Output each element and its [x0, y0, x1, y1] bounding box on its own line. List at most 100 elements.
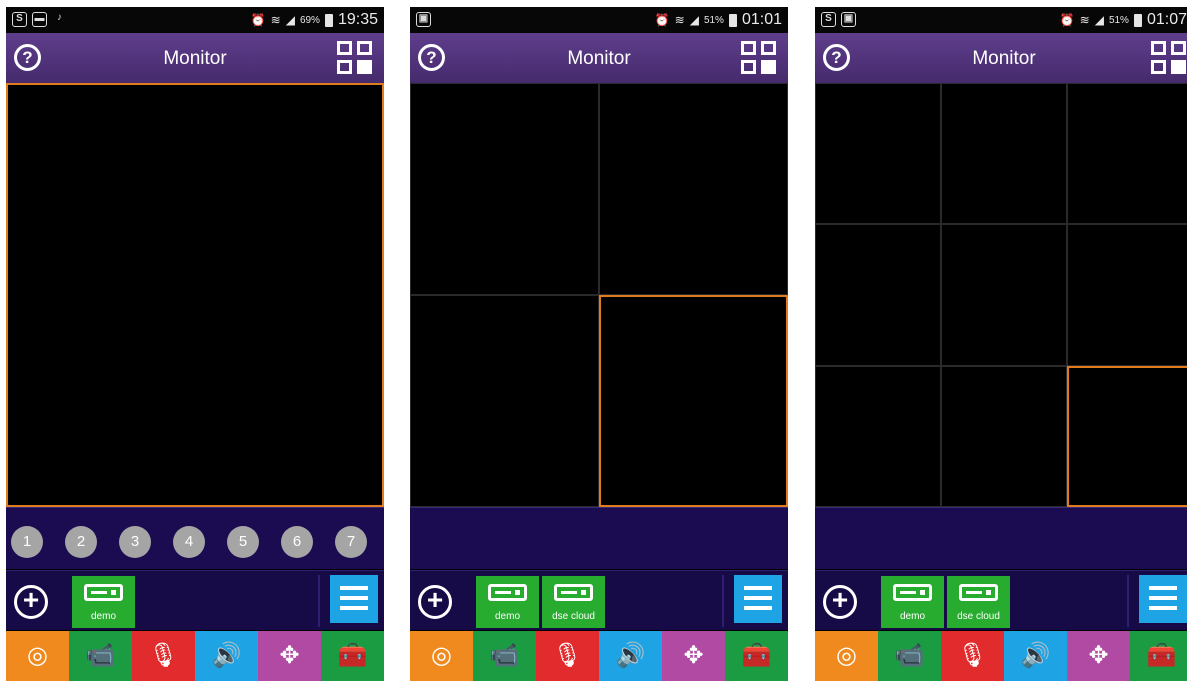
device-bar: + demo dse cloud — [815, 570, 1187, 630]
device-tile-demo[interactable]: demo — [72, 576, 135, 628]
tools-button[interactable]: 🧰 — [725, 631, 788, 681]
record-button[interactable]: 📹 — [878, 631, 941, 681]
clock: 01:01 — [741, 11, 782, 28]
video-cell[interactable] — [815, 83, 941, 225]
skype-icon: S — [12, 12, 27, 27]
gallery-icon: ▣ — [841, 12, 856, 27]
device-bar: + demo — [6, 570, 384, 630]
layout-grid-button[interactable] — [337, 41, 373, 75]
video-cell[interactable] — [815, 224, 941, 366]
device-tile-dse-cloud[interactable]: dse cloud — [542, 576, 605, 628]
microphone-button[interactable]: 🎙 — [941, 631, 1004, 681]
gallery-icon: ▣ — [416, 12, 431, 27]
ptz-button[interactable]: ✥ — [258, 631, 321, 681]
device-tile-demo[interactable]: demo — [476, 576, 539, 628]
grid-icon — [337, 41, 352, 55]
app-header: ? Monitor — [6, 33, 384, 83]
video-cell[interactable] — [1067, 83, 1187, 225]
clock: 19:35 — [337, 11, 378, 28]
speaker-button[interactable]: 🔊 — [1004, 631, 1067, 681]
add-device-button[interactable]: + — [418, 585, 452, 619]
signal-icon: ◢ — [285, 13, 295, 27]
phone-screen-2: ▣ ⏰ ≋ ◢ 51% 01:01 ? Monitor + demo dse c… — [410, 7, 788, 681]
app-header: ? Monitor — [815, 33, 1187, 83]
device-tile-demo[interactable]: demo — [881, 576, 944, 628]
video-cell-selected[interactable] — [599, 295, 788, 507]
channel-selector — [815, 507, 1187, 569]
video-cell[interactable] — [941, 83, 1067, 225]
video-area — [815, 83, 1187, 507]
tools-button[interactable]: 🧰 — [321, 631, 384, 681]
alarm-icon: ⏰ — [250, 13, 266, 27]
tools-button[interactable]: 🧰 — [1130, 631, 1187, 681]
dvr-icon — [84, 584, 123, 601]
dvr-icon — [893, 584, 932, 601]
add-device-button[interactable]: + — [823, 585, 857, 619]
microphone-button[interactable]: 🎙 — [132, 631, 195, 681]
battery-icon — [1133, 13, 1142, 27]
channel-selector: 1 2 3 4 5 6 7 — [6, 507, 384, 569]
channel-2-button[interactable]: 2 — [65, 526, 97, 558]
video-cell[interactable] — [815, 365, 941, 507]
layout-grid-button[interactable] — [1151, 41, 1187, 75]
ptz-button[interactable]: ✥ — [662, 631, 725, 681]
clock: 01:07 — [1146, 11, 1187, 28]
record-button[interactable]: 📹 — [473, 631, 536, 681]
status-bar: S ▣ ⏰ ≋ ◢ 51% 01:07 — [815, 7, 1187, 33]
dvr-icon — [959, 584, 998, 601]
signal-icon: ◢ — [1094, 13, 1104, 27]
device-list-menu-button[interactable] — [734, 575, 782, 623]
skype-icon: S — [821, 12, 836, 27]
channel-4-button[interactable]: 4 — [173, 526, 205, 558]
device-label: demo — [494, 611, 520, 622]
device-label: demo — [899, 611, 925, 622]
layout-grid-button[interactable] — [741, 41, 777, 75]
phone-screen-3: S ▣ ⏰ ≋ ◢ 51% 01:07 ? Monitor + demo dse… — [815, 7, 1187, 681]
channel-5-button[interactable]: 5 — [227, 526, 259, 558]
speaker-button[interactable]: 🔊 — [599, 631, 662, 681]
video-cell[interactable] — [410, 295, 599, 507]
add-device-button[interactable]: + — [14, 585, 48, 619]
video-cell-selected[interactable] — [1067, 365, 1187, 507]
device-tile-dse-cloud[interactable]: dse cloud — [947, 576, 1010, 628]
record-button[interactable]: 📹 — [69, 631, 132, 681]
video-cell[interactable] — [941, 365, 1067, 507]
device-list-menu-button[interactable] — [330, 575, 378, 623]
video-cell[interactable] — [941, 224, 1067, 366]
capture-button[interactable]: ◎ — [815, 631, 878, 681]
device-label: dse cloud — [957, 611, 1000, 622]
channel-selector — [410, 507, 788, 569]
signal-icon: ◢ — [689, 13, 699, 27]
wifi-icon: ≋ — [270, 13, 281, 27]
capture-button[interactable]: ◎ — [410, 631, 473, 681]
video-cell[interactable] — [1067, 224, 1187, 366]
bottom-toolbar: ◎ 📹 🎙 🔊 ✥ 🧰 — [6, 631, 384, 681]
alarm-icon: ⏰ — [1059, 13, 1075, 27]
page-title: Monitor — [163, 48, 227, 69]
device-label: demo — [90, 611, 116, 622]
channel-1-button[interactable]: 1 — [11, 526, 43, 558]
speaker-button[interactable]: 🔊 — [195, 631, 258, 681]
app-header: ? Monitor — [410, 33, 788, 83]
device-bar: + demo dse cloud — [410, 570, 788, 630]
channel-6-button[interactable]: 6 — [281, 526, 313, 558]
grid-icon — [1151, 41, 1166, 55]
page-title: Monitor — [972, 48, 1036, 69]
video-cell[interactable] — [599, 83, 788, 295]
battery-percent: 51% — [1108, 14, 1129, 26]
page-title: Monitor — [567, 48, 631, 69]
bottom-toolbar: ◎ 📹 🎙 🔊 ✥ 🧰 — [815, 631, 1187, 681]
video-area — [410, 83, 788, 507]
capture-button[interactable]: ◎ — [6, 631, 69, 681]
channel-7-button[interactable]: 7 — [335, 526, 367, 558]
dvr-icon — [488, 584, 527, 601]
channel-3-button[interactable]: 3 — [119, 526, 151, 558]
video-cell[interactable] — [410, 83, 599, 295]
device-label: dse cloud — [552, 611, 595, 622]
battery-percent: 69% — [299, 14, 320, 26]
ptz-button[interactable]: ✥ — [1067, 631, 1130, 681]
video-cell[interactable] — [6, 83, 384, 507]
microphone-button[interactable]: 🎙 — [536, 631, 599, 681]
device-list-menu-button[interactable] — [1139, 575, 1187, 623]
battery-icon — [324, 13, 333, 27]
